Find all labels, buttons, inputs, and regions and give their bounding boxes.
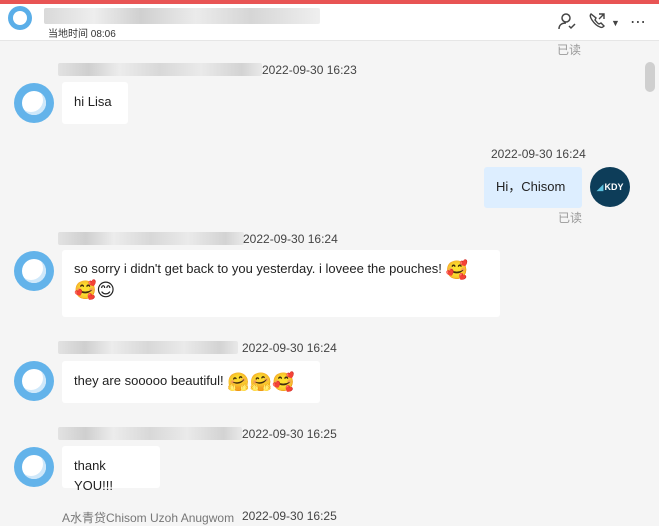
local-time: 当地时间 08:06: [48, 29, 116, 40]
scrollbar-thumb[interactable]: [645, 62, 655, 92]
emoji-smile-hearts: 🥰: [272, 371, 295, 392]
emoji-hugging: 🤗: [249, 371, 273, 392]
message-timestamp: 2022-09-30 16:23: [262, 63, 357, 77]
emoji-blush: 😊: [96, 280, 116, 301]
message-text: thank YOU!!!: [74, 458, 114, 493]
message-bubble[interactable]: hi Lisa: [62, 82, 128, 124]
message-timestamp: 2022-09-30 16:24: [491, 147, 586, 161]
contact-name-blurred: [44, 8, 320, 24]
message-text: Hi，Chisom: [496, 179, 566, 194]
read-status: 已读: [558, 211, 583, 225]
emoji-smile-hearts: 🥰: [445, 259, 468, 280]
emoji-smile-hearts: 🥰: [74, 280, 97, 301]
my-avatar[interactable]: ◢ KDY: [590, 167, 630, 207]
message-bubble[interactable]: they are sooooo beautiful! 🤗🤗🥰: [62, 361, 320, 403]
message-list[interactable]: 已读 2022-09-30 16:23 hi Lisa 2022-09-30 1…: [0, 41, 659, 525]
phone-call-icon[interactable]: [588, 12, 606, 30]
message-bubble-mine[interactable]: Hi，Chisom: [484, 167, 582, 208]
message-text: hi Lisa: [74, 94, 112, 109]
contact-icon[interactable]: [558, 12, 576, 30]
message-bubble[interactable]: thank YOU!!!: [62, 446, 160, 493]
message-bubble[interactable]: so sorry i didn't get back to you yester…: [62, 250, 500, 317]
chat-header: 当地时间 08:06 ▼ ⋯: [0, 4, 659, 41]
emoji-hugging: 🤗: [227, 371, 250, 392]
message-text: so sorry i didn't get back to you yester…: [74, 261, 442, 276]
message-text: they are sooooo beautiful!: [74, 373, 224, 388]
read-status: 已读: [557, 43, 582, 57]
sender-avatar[interactable]: [14, 447, 54, 487]
sender-name-blurred: [58, 63, 262, 76]
sender-name-blurred: [58, 232, 244, 245]
sender-avatar[interactable]: [14, 251, 54, 291]
dropdown-icon[interactable]: ▼: [611, 18, 620, 28]
contact-avatar[interactable]: [8, 6, 32, 30]
message-timestamp: 2022-09-30 16:24: [242, 341, 337, 355]
message-timestamp: 2022-09-30 16:24: [243, 232, 338, 246]
message-timestamp: 2022-09-30 16:25: [242, 509, 337, 523]
message-timestamp: 2022-09-30 16:25: [242, 427, 337, 441]
sender-avatar[interactable]: [14, 361, 54, 401]
sender-avatar[interactable]: [14, 83, 54, 123]
sender-name-blurred: [58, 427, 242, 440]
more-icon[interactable]: ⋯: [630, 12, 647, 32]
sender-name-blurred: [58, 341, 238, 354]
